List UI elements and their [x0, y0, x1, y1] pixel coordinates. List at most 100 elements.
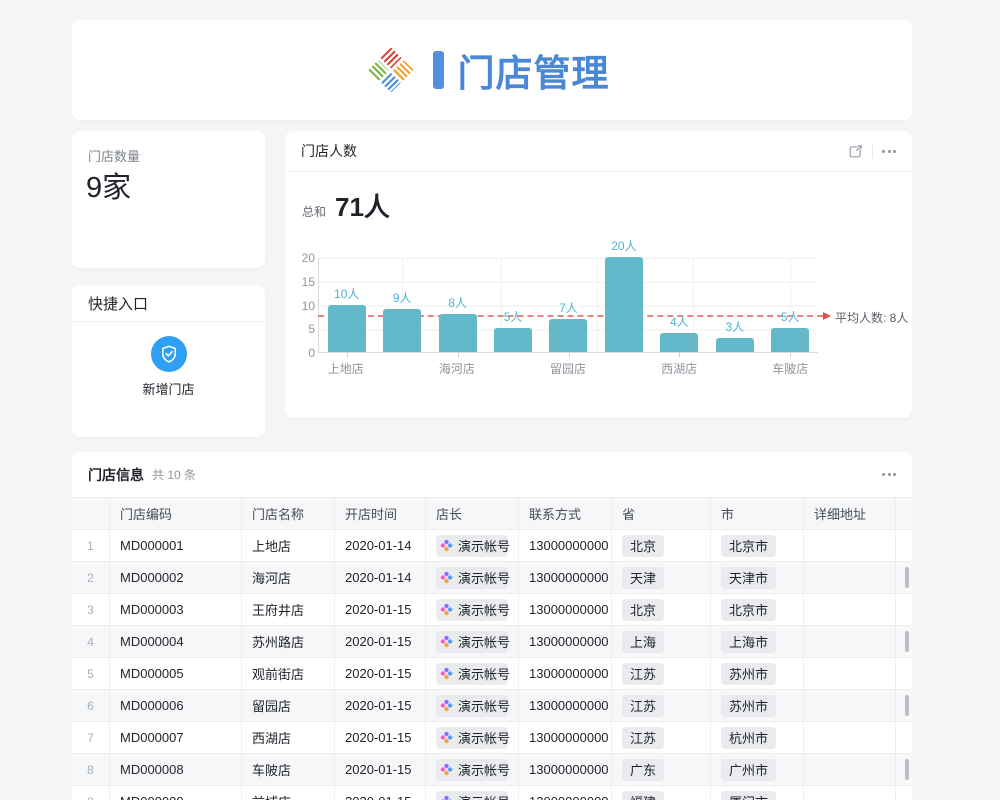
- cell-phone: 13000000000: [519, 722, 612, 753]
- x-axis-label: 上地店: [318, 360, 374, 377]
- table-row[interactable]: 7MD000007西湖店2020-01-15演示帐号13000000000江苏杭…: [72, 722, 912, 754]
- bar-value-label: 10人: [319, 285, 374, 302]
- store-count-value: 9家: [86, 164, 131, 206]
- chart-bar[interactable]: [771, 328, 809, 352]
- avatar-icon: [440, 635, 453, 648]
- cell-open-date: 2020-01-15: [335, 786, 426, 800]
- chart-bar[interactable]: [549, 319, 587, 352]
- manager-chip: 演示帐号: [436, 663, 508, 685]
- expand-icon[interactable]: [849, 144, 863, 158]
- chart-bar[interactable]: [660, 333, 698, 352]
- cell-store-code: MD000002: [110, 562, 242, 593]
- manager-chip: 演示帐号: [436, 599, 508, 621]
- chart-bar[interactable]: [328, 305, 366, 353]
- more-icon[interactable]: [882, 150, 896, 153]
- cell-store-code: MD000003: [110, 594, 242, 625]
- bar-value-label: 9人: [374, 289, 429, 306]
- chart-bar[interactable]: [439, 314, 477, 352]
- quick-entry-title: 快捷入口: [72, 285, 265, 322]
- table-row[interactable]: 1MD000001上地店2020-01-14演示帐号13000000000北京北…: [72, 530, 912, 562]
- cell-open-date: 2020-01-15: [335, 690, 426, 721]
- cell-row-number: 7: [72, 722, 110, 753]
- app-logo-icon: [368, 47, 413, 92]
- cell-city: 广州市: [711, 754, 804, 785]
- table-scrollbar-thumb[interactable]: [905, 567, 909, 588]
- cell-store-name: 观前街店: [242, 658, 335, 689]
- bar-slot: 9人: [374, 258, 429, 352]
- province-tag: 上海: [622, 631, 664, 653]
- chart-bar[interactable]: [383, 309, 421, 352]
- table-row[interactable]: 9MD000009前埔店2020-01-15演示帐号13000000000福建厦…: [72, 786, 912, 800]
- table-row[interactable]: 4MD000004苏州路店2020-01-15演示帐号13000000000上海…: [72, 626, 912, 658]
- cell-partial: [896, 690, 912, 721]
- average-line-label: 平均人数: 8人: [835, 309, 908, 326]
- chart-bar[interactable]: [716, 338, 754, 352]
- table-row[interactable]: 6MD000006留园店2020-01-15演示帐号13000000000江苏苏…: [72, 690, 912, 722]
- bar-value-label: 20人: [596, 237, 651, 254]
- chart-bar[interactable]: [494, 328, 532, 352]
- cell-manager: 演示帐号: [426, 722, 519, 753]
- table-scrollbar-thumb[interactable]: [905, 695, 909, 716]
- cell-row-number: 6: [72, 690, 110, 721]
- y-axis-tick-label: 20: [302, 251, 315, 265]
- store-table: 门店编码门店名称开店时间店长联系方式省市详细地址 1MD000001上地店202…: [72, 497, 912, 800]
- cell-city: 天津市: [711, 562, 804, 593]
- cell-province: 广东: [612, 754, 711, 785]
- table-row[interactable]: 8MD000008车陂店2020-01-15演示帐号13000000000广东广…: [72, 754, 912, 786]
- cell-store-code: MD000001: [110, 530, 242, 561]
- table-row[interactable]: 2MD000002海河店2020-01-14演示帐号13000000000天津天…: [72, 562, 912, 594]
- cell-partial: [896, 530, 912, 561]
- avatar-icon: [440, 539, 453, 552]
- province-tag: 江苏: [622, 695, 664, 717]
- header-cell-row-number: [72, 498, 110, 529]
- brand: 门店管理: [375, 43, 610, 97]
- cell-address: [804, 690, 896, 721]
- manager-name: 演示帐号: [458, 792, 510, 800]
- x-axis-tick: [790, 353, 791, 357]
- city-tag: 苏州市: [721, 695, 776, 717]
- cell-row-number: 4: [72, 626, 110, 657]
- table-scrollbar-thumb[interactable]: [905, 631, 909, 652]
- cell-partial: [896, 754, 912, 785]
- table-scrollbar-thumb[interactable]: [905, 759, 909, 780]
- cell-city: 北京市: [711, 594, 804, 625]
- header-cell: 门店编码: [110, 498, 242, 529]
- x-axis-labels: 上地店海河店留园店西湖店车陂店: [318, 360, 818, 377]
- cell-partial: [896, 562, 912, 593]
- store-count-label: 门店数量: [88, 146, 140, 165]
- table-row[interactable]: 3MD000003王府井店2020-01-15演示帐号13000000000北京…: [72, 594, 912, 626]
- cell-store-code: MD000005: [110, 658, 242, 689]
- table-row[interactable]: 5MD000005观前街店2020-01-15演示帐号13000000000江苏…: [72, 658, 912, 690]
- header-cell: 开店时间: [335, 498, 426, 529]
- cell-open-date: 2020-01-15: [335, 754, 426, 785]
- cell-partial: [896, 658, 912, 689]
- cell-address: [804, 626, 896, 657]
- total-value: 71人: [335, 187, 390, 224]
- manager-name: 演示帐号: [458, 664, 510, 683]
- table-card-header: 门店信息 共 10 条: [72, 452, 912, 497]
- manager-chip: 演示帐号: [436, 535, 508, 557]
- chart-card-header: 门店人数: [285, 131, 912, 172]
- cell-partial: [896, 722, 912, 753]
- cell-store-name: 留园店: [242, 690, 335, 721]
- cell-row-number: 8: [72, 754, 110, 785]
- cell-store-code: MD000008: [110, 754, 242, 785]
- manager-chip: 演示帐号: [436, 727, 508, 749]
- province-tag: 北京: [622, 599, 664, 621]
- cell-phone: 13000000000: [519, 786, 612, 800]
- cell-city: 杭州市: [711, 722, 804, 753]
- avatar-icon: [440, 795, 453, 800]
- city-tag: 广州市: [721, 759, 776, 781]
- cell-store-name: 前埔店: [242, 786, 335, 800]
- bar-slot: 3人: [707, 258, 762, 352]
- shield-check-icon[interactable]: [151, 336, 187, 372]
- cell-store-code: MD000006: [110, 690, 242, 721]
- add-store-action[interactable]: 新增门店: [72, 336, 265, 398]
- table-more-icon[interactable]: [882, 473, 896, 476]
- cell-address: [804, 786, 896, 800]
- manager-name: 演示帐号: [458, 600, 510, 619]
- cell-province: 江苏: [612, 722, 711, 753]
- quick-entry-card: 快捷入口 新增门店: [72, 285, 265, 437]
- manager-chip: 演示帐号: [436, 695, 508, 717]
- chart-bar[interactable]: [605, 257, 643, 352]
